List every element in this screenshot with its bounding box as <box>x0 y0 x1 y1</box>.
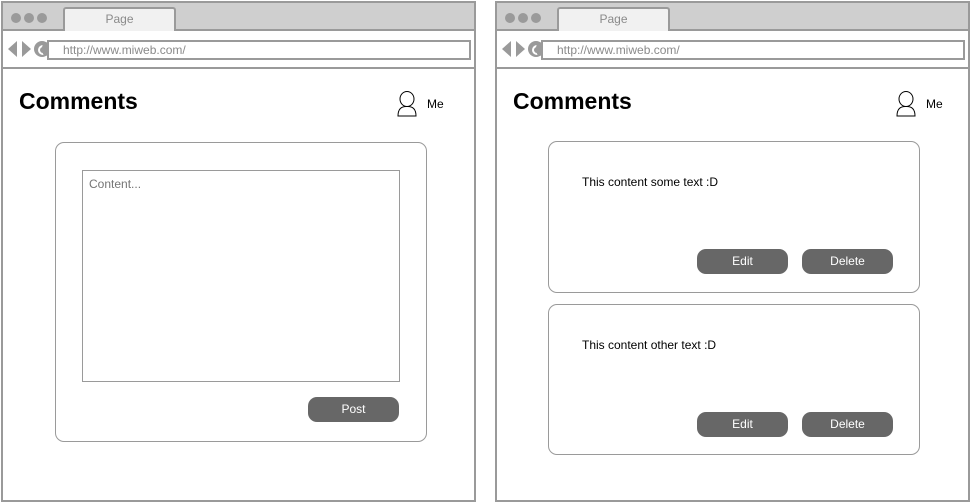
back-arrow-icon[interactable] <box>8 41 17 57</box>
browser-tab[interactable]: Page <box>63 7 176 31</box>
browser-tab[interactable]: Page <box>557 7 670 31</box>
window-close-dot[interactable] <box>505 13 515 23</box>
edit-button[interactable]: Edit <box>697 412 788 437</box>
window-minimize-dot[interactable] <box>24 13 34 23</box>
delete-button[interactable]: Delete <box>802 249 893 274</box>
post-button[interactable]: Post <box>308 397 399 422</box>
window-minimize-dot[interactable] <box>518 13 528 23</box>
window-maximize-dot[interactable] <box>37 13 47 23</box>
page-title: Comments <box>19 88 138 114</box>
back-arrow-icon[interactable] <box>502 41 511 57</box>
browser-window-compose: Page http://www.miweb.com/ Comments Me P… <box>1 1 476 502</box>
comment-content-textarea[interactable] <box>82 170 400 382</box>
page-title: Comments <box>513 88 632 114</box>
edit-button[interactable]: Edit <box>697 249 788 274</box>
address-bar: http://www.miweb.com/ <box>3 31 474 69</box>
url-input[interactable]: http://www.miweb.com/ <box>541 40 965 60</box>
delete-button[interactable]: Delete <box>802 412 893 437</box>
user-name-label[interactable]: Me <box>427 97 444 111</box>
user-avatar-icon[interactable] <box>397 91 417 117</box>
comment-text: This content some text :D <box>582 175 719 189</box>
window-close-dot[interactable] <box>11 13 21 23</box>
user-avatar-icon[interactable] <box>896 91 916 117</box>
comment-text: This content other text :D <box>582 338 717 352</box>
user-name-label[interactable]: Me <box>926 97 943 111</box>
address-bar: http://www.miweb.com/ <box>497 31 968 69</box>
forward-arrow-icon[interactable] <box>516 41 525 57</box>
browser-window-list: Page http://www.miweb.com/ Comments Me T… <box>495 1 970 502</box>
window-titlebar: Page <box>3 3 474 31</box>
window-titlebar: Page <box>497 3 968 31</box>
window-maximize-dot[interactable] <box>531 13 541 23</box>
url-input[interactable]: http://www.miweb.com/ <box>47 40 471 60</box>
forward-arrow-icon[interactable] <box>22 41 31 57</box>
